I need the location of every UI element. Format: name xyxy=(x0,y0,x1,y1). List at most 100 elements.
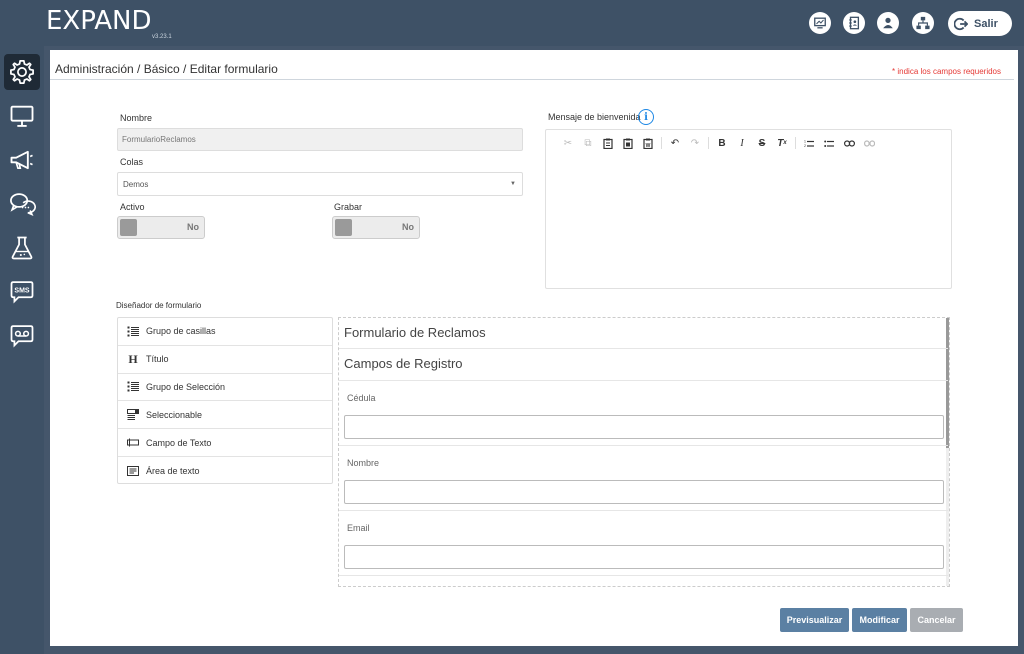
palette-item-label: Grupo de Selección xyxy=(146,381,226,392)
breadcrumb: Administración / Básico / Editar formula… xyxy=(55,62,278,76)
remove-format-icon[interactable]: Tx xyxy=(772,135,792,151)
radio-list-icon xyxy=(126,381,140,393)
divider xyxy=(339,348,948,349)
svg-text:1: 1 xyxy=(804,139,806,143)
numbered-list-icon[interactable]: 12 xyxy=(799,135,819,151)
sms-icon: SMS xyxy=(10,281,34,304)
toolbar-separator xyxy=(795,137,796,149)
name-label: Nombre xyxy=(120,113,153,123)
preview-button[interactable]: Previsualizar xyxy=(780,608,849,632)
textarea-icon xyxy=(126,465,140,477)
palette-item-textarea[interactable]: Área de texto xyxy=(118,457,332,485)
divider xyxy=(339,380,948,381)
palette-item-label: Grupo de casillas xyxy=(146,326,216,337)
app-logo: EXPAND xyxy=(46,6,152,36)
unlink-icon[interactable] xyxy=(859,135,879,151)
voicemail-icon xyxy=(10,325,34,348)
undo-icon[interactable]: ↶ xyxy=(665,135,685,151)
toolbar-separator xyxy=(661,137,662,149)
flask-icon xyxy=(11,236,33,260)
bold-icon[interactable]: B xyxy=(712,135,732,151)
logout-label: Salir xyxy=(974,17,998,30)
active-toggle-text: No xyxy=(187,222,199,232)
sidebar-item-lab[interactable] xyxy=(4,230,40,266)
heading-icon: H xyxy=(128,351,138,366)
field-input-email[interactable] xyxy=(344,545,944,569)
italic-icon[interactable]: I xyxy=(732,135,752,151)
sidebar-item-voicemail[interactable] xyxy=(4,318,40,354)
megaphone-icon xyxy=(10,150,33,170)
toggle-knob xyxy=(120,219,137,236)
toggle-knob xyxy=(335,219,352,236)
palette-item-title[interactable]: H Título xyxy=(118,346,332,374)
org-chart-icon[interactable] xyxy=(912,12,934,34)
user-icon[interactable] xyxy=(877,12,899,34)
palette-item-checkbox-group[interactable]: Grupo de casillas xyxy=(118,318,332,346)
header-divider xyxy=(50,79,1014,80)
sidebar-item-monitor[interactable] xyxy=(4,98,40,134)
sidebar-item-campaigns[interactable] xyxy=(4,142,40,178)
palette-item-select[interactable]: Seleccionable xyxy=(118,401,332,430)
cancel-button[interactable]: Cancelar xyxy=(910,608,963,632)
welcome-label: Mensaje de bienvenida xyxy=(548,112,641,122)
palette-item-radio-group[interactable]: Grupo de Selección xyxy=(118,374,332,402)
palette-item-label: Seleccionable xyxy=(146,409,203,420)
active-toggle[interactable]: No xyxy=(117,216,205,239)
divider xyxy=(339,510,948,511)
scrollbar[interactable] xyxy=(946,318,949,586)
checklist-icon xyxy=(126,325,140,337)
field-label-cedula: Cédula xyxy=(347,393,376,403)
sidebar: SMS xyxy=(0,46,44,654)
paste-text-icon[interactable] xyxy=(618,135,638,151)
svg-text:2: 2 xyxy=(804,144,806,148)
text-field-icon xyxy=(126,437,140,449)
chevron-down-icon: ▼ xyxy=(510,181,516,187)
form-section-title[interactable]: Campos de Registro xyxy=(344,356,463,371)
welcome-editor[interactable]: ✂ ⧉ W ↶ ↷ B I S Tx 12 xyxy=(545,129,952,289)
editor-toolbar: ✂ ⧉ W ↶ ↷ B I S Tx 12 xyxy=(546,130,951,156)
queue-selected-value: Demos xyxy=(123,180,149,189)
link-icon[interactable] xyxy=(839,135,859,151)
palette-item-label: Área de texto xyxy=(146,465,200,476)
bullet-list-icon[interactable] xyxy=(819,135,839,151)
chat-bubbles-icon xyxy=(10,193,36,217)
monitor-icon xyxy=(10,105,34,127)
palette-item-label: Título xyxy=(146,354,169,365)
designer-label: Diseñador de formulario xyxy=(116,301,202,310)
copy-icon[interactable]: ⧉ xyxy=(578,135,598,151)
form-canvas[interactable]: Formulario de Reclamos Campos de Registr… xyxy=(338,317,950,587)
field-input-nombre[interactable] xyxy=(344,480,944,504)
queue-select[interactable]: Demos ▼ xyxy=(117,172,523,196)
sidebar-item-sms[interactable]: SMS xyxy=(4,274,40,310)
required-note: * indica los campos requeridos xyxy=(892,67,1001,76)
svg-text:W: W xyxy=(646,143,651,149)
field-label-email: Email xyxy=(347,523,370,533)
record-toggle[interactable]: No xyxy=(332,216,420,239)
scrollbar-thumb[interactable] xyxy=(946,318,949,448)
modify-button[interactable]: Modificar xyxy=(852,608,907,632)
redo-icon[interactable]: ↷ xyxy=(685,135,705,151)
record-label: Grabar xyxy=(334,202,363,212)
palette-item-label: Campo de Texto xyxy=(146,437,212,448)
paste-icon[interactable] xyxy=(598,135,618,151)
name-input: FormularioReclamos xyxy=(117,128,523,151)
strikethrough-icon[interactable]: S xyxy=(752,135,772,151)
form-title[interactable]: Formulario de Reclamos xyxy=(344,325,486,340)
field-input-cedula[interactable] xyxy=(344,415,944,439)
paste-word-icon[interactable]: W xyxy=(638,135,658,151)
info-icon[interactable]: i xyxy=(638,109,654,125)
contact-book-icon[interactable] xyxy=(843,12,865,34)
select-icon xyxy=(126,409,140,421)
gear-icon xyxy=(10,60,34,84)
toolbar-separator xyxy=(708,137,709,149)
divider xyxy=(339,445,948,446)
sms-icon-label: SMS xyxy=(14,288,30,295)
app-version: v3.23.1 xyxy=(152,34,172,40)
sidebar-item-settings[interactable] xyxy=(4,54,40,90)
logout-button[interactable]: Salir xyxy=(948,11,1012,36)
monitor-chart-icon[interactable] xyxy=(809,12,831,34)
palette-item-text-field[interactable]: Campo de Texto xyxy=(118,429,332,457)
cut-icon[interactable]: ✂ xyxy=(558,135,578,151)
field-label-nombre: Nombre xyxy=(347,458,380,468)
sidebar-item-chat[interactable] xyxy=(4,186,40,222)
